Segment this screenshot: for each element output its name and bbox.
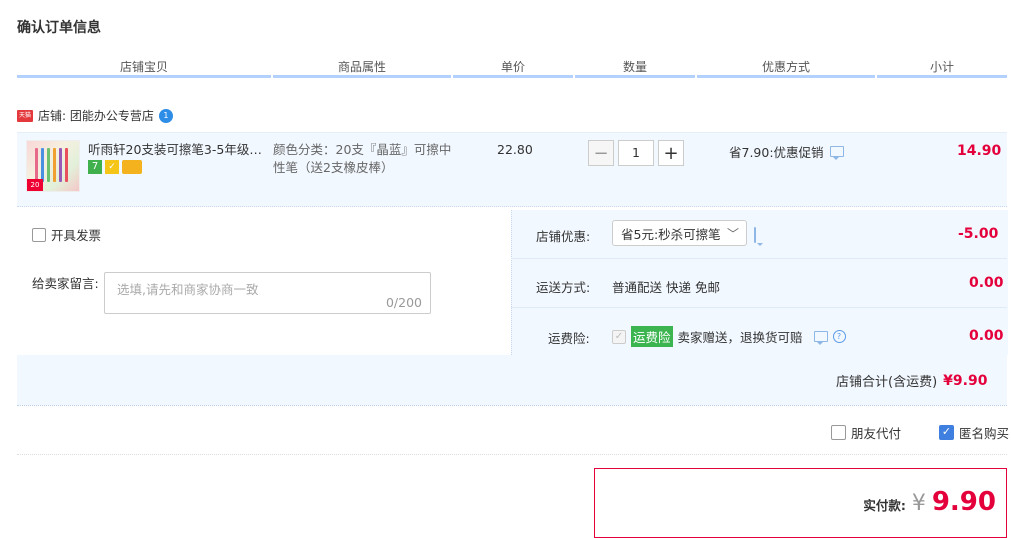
- insurance-checkbox: ✓: [612, 329, 626, 344]
- shipping-value: 普通配送 快递 免邮: [612, 280, 720, 295]
- product-thumbnail[interactable]: 20: [26, 140, 80, 192]
- insurance-amount: 0.00: [969, 328, 1004, 344]
- col-divider: [273, 75, 451, 78]
- insurance-option: ✓ 运费险 卖家赠送，退换货可赔 ?: [612, 326, 846, 347]
- help-icon[interactable]: ?: [832, 330, 846, 343]
- currency-symbol: ¥: [911, 491, 926, 516]
- anonymous-option[interactable]: ✓ 匿名购买: [939, 423, 1009, 442]
- col-divider: [453, 75, 573, 78]
- divider: [17, 454, 1007, 455]
- insurance-badge: 运费险: [631, 326, 673, 347]
- wangwang-chat-icon[interactable]: 1: [158, 108, 173, 123]
- item-subtotal: 14.90: [957, 143, 1002, 159]
- store-name[interactable]: 店铺: 团能办公专营店: [38, 107, 154, 124]
- unit-price: 22.80: [497, 142, 533, 157]
- promo-text: 省7.90:优惠促销: [729, 145, 824, 160]
- insurance-label: 运费险:: [548, 331, 590, 346]
- col-divider: [877, 75, 1007, 78]
- friend-pay-option[interactable]: 朋友代付: [831, 423, 901, 442]
- col-header-promo: 优惠方式: [761, 60, 810, 74]
- comment-icon[interactable]: [829, 146, 844, 160]
- col-header-item: 店铺宝贝: [119, 60, 168, 74]
- item-promo: 省7.90:优惠促销: [729, 142, 844, 161]
- message-placeholder: 选填,请先和商家协商一致: [117, 282, 259, 297]
- store-total-label: 店铺合计(含运费): [836, 375, 938, 390]
- col-divider: [697, 75, 875, 78]
- qty-plus-button[interactable]: +: [658, 140, 684, 166]
- col-header-subtotal: 小计: [929, 60, 954, 74]
- shipping-label: 运送方式:: [536, 280, 591, 295]
- anonymous-checkbox[interactable]: ✓: [939, 425, 954, 440]
- col-divider: [575, 75, 695, 78]
- guarantee-icon: ✓: [105, 160, 119, 174]
- chevron-down-icon: ﹀: [726, 227, 739, 241]
- message-label: 给卖家留言:: [32, 276, 99, 291]
- divider: [511, 258, 1007, 259]
- store-header: 天猫 店铺: 团能办公专营店 1: [17, 107, 173, 124]
- col-divider: [17, 75, 271, 78]
- qty-minus-button[interactable]: −: [588, 140, 614, 166]
- invoice-label: 开具发票: [51, 228, 102, 243]
- actual-payment: 实付款: ¥ 9.90: [863, 487, 996, 517]
- actual-payment-amount: 9.90: [931, 487, 996, 517]
- qty-input[interactable]: 1: [618, 140, 654, 166]
- divider: [17, 405, 1007, 406]
- payment-summary-box: 实付款: ¥ 9.90: [594, 468, 1007, 538]
- seven-day-return-icon: 7: [88, 160, 102, 174]
- invoice-checkbox[interactable]: [32, 227, 46, 242]
- store-total: 店铺合计(含运费) ¥9.90: [836, 371, 988, 391]
- store-discount-label: 店铺优惠:: [536, 229, 591, 244]
- product-attributes: 颜色分类：20支『晶蓝』可擦中性笔（送2支橡皮棒）: [273, 142, 452, 175]
- divider: [511, 307, 1007, 308]
- tmall-icon: 天猫: [17, 109, 33, 122]
- seller-message-input[interactable]: 选填,请先和商家协商一致 0/200: [104, 272, 431, 314]
- message-char-count: 0/200: [385, 295, 422, 310]
- anonymous-label: 匿名购买: [959, 426, 1010, 441]
- service-badges: 7 ✓: [88, 160, 142, 174]
- col-header-price: 单价: [500, 60, 525, 74]
- page-title: 确认订单信息: [17, 20, 101, 36]
- credit-card-icon: [122, 160, 142, 174]
- store-discount-amount: -5.00: [958, 226, 999, 242]
- insurance-text: 卖家赠送，退换货可赔: [677, 330, 803, 345]
- quantity-stepper: − 1 +: [588, 140, 684, 166]
- store-discount-value: 省5元:秒杀可擦笔: [621, 226, 721, 242]
- actual-payment-label: 实付款:: [863, 498, 906, 513]
- store-discount-select[interactable]: 省5元:秒杀可擦笔 ﹀: [612, 220, 747, 246]
- thumb-tag: 20: [27, 179, 43, 191]
- store-total-amount: ¥9.90: [943, 372, 988, 389]
- comment-icon[interactable]: [754, 227, 756, 243]
- product-name-link[interactable]: 听雨轩20支装可擦笔3-5年级小学生可爱中性笔: [88, 141, 268, 159]
- shipping-amount: 0.00: [969, 275, 1004, 291]
- col-header-qty: 数量: [622, 60, 647, 74]
- invoice-option[interactable]: 开具发票: [32, 225, 101, 244]
- comment-icon[interactable]: [813, 331, 828, 345]
- friend-pay-label: 朋友代付: [851, 426, 902, 441]
- col-header-attr: 商品属性: [337, 60, 386, 74]
- friend-pay-checkbox[interactable]: [831, 425, 846, 440]
